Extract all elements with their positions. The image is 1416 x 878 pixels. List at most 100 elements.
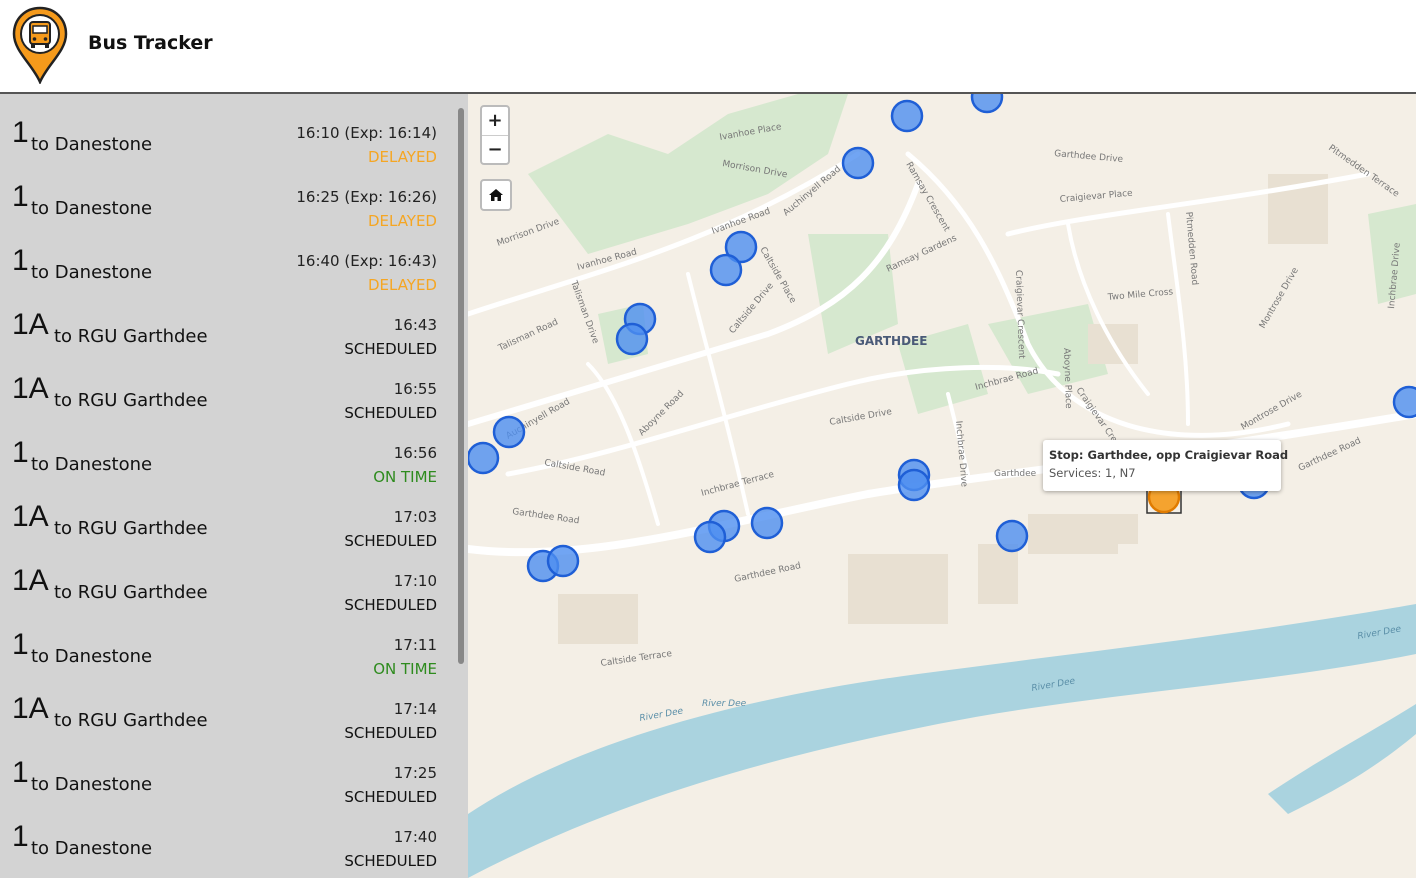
status-badge: ON TIME (373, 660, 437, 678)
status-badge: DELAYED (367, 276, 437, 294)
bus-pin-logo-icon (12, 6, 68, 84)
route-number: 1 (12, 628, 29, 661)
street-label: Ramsay Gardens (885, 233, 959, 274)
bus-stop-marker[interactable] (492, 415, 526, 449)
route-number: 1A (12, 692, 49, 725)
street-label: Morrison Drive (496, 217, 562, 249)
street-label: Pitmedden Terrace (1326, 143, 1401, 200)
street-label: River Dee (702, 699, 747, 709)
street-label: Garthdee (994, 469, 1037, 479)
tooltip-title: Stop: Garthdee, opp Craigievar Road (1049, 448, 1289, 462)
bus-stop-marker[interactable] (995, 519, 1029, 553)
departure-row[interactable]: 1 to Danestone 16:25 (Exp: 16:26) DELAYED (0, 166, 450, 230)
route-number: 1A (12, 564, 49, 597)
departure-row[interactable]: 1A to RGU Garthdee 17:03 SCHEDULED (0, 486, 450, 550)
departure-row[interactable]: 1 to Danestone 16:10 (Exp: 16:14) DELAYED (0, 102, 450, 166)
street-label: River Dee (639, 706, 685, 724)
home-icon (489, 189, 503, 201)
departure-time: 16:56 (393, 444, 437, 462)
departure-time: 16:40 (Exp: 16:43) (296, 252, 437, 270)
departure-row[interactable]: 1A to RGU Garthdee 16:43 SCHEDULED (0, 294, 450, 358)
status-badge: SCHEDULED (344, 852, 437, 870)
departure-row[interactable]: 1 to Danestone 17:25 SCHEDULED (0, 742, 450, 806)
destination: to Danestone (31, 134, 153, 155)
status-badge: SCHEDULED (344, 404, 437, 422)
street-label: Talisman Road (496, 317, 560, 354)
destination: to Danestone (31, 838, 153, 859)
bus-stop-marker[interactable] (1392, 385, 1416, 419)
sidebar-scrollbar[interactable] (458, 108, 464, 664)
status-badge: SCHEDULED (344, 340, 437, 358)
street-label: Garthdee Road (1297, 436, 1363, 474)
route-number: 1A (12, 500, 49, 533)
status-badge: ON TIME (373, 468, 437, 486)
departure-row[interactable]: 1A to RGU Garthdee 17:10 SCHEDULED (0, 550, 450, 614)
app-title: Bus Tracker (88, 32, 213, 54)
zoom-out-button[interactable]: − (482, 136, 508, 164)
departure-row[interactable]: 1 to Danestone 17:40 SCHEDULED (0, 806, 450, 870)
street-label: Craigievar Place (1059, 189, 1133, 205)
departure-row[interactable]: 1 to Danestone 17:11 ON TIME (0, 614, 450, 678)
destination: to RGU Garthdee (54, 710, 208, 731)
area-label: GARTHDEE (855, 334, 927, 348)
status-badge: SCHEDULED (344, 532, 437, 550)
departure-time: 17:03 (393, 508, 437, 526)
destination: to RGU Garthdee (54, 582, 208, 603)
river-dee (1268, 704, 1416, 814)
departure-row[interactable]: 1A to RGU Garthdee 16:55 SCHEDULED (0, 358, 450, 422)
departure-row[interactable]: 1 to Danestone 16:40 (Exp: 16:43) DELAYED (0, 230, 450, 294)
destination: to RGU Garthdee (54, 326, 208, 347)
destination: to Danestone (31, 262, 153, 283)
destination: to RGU Garthdee (54, 518, 208, 539)
route-number: 1 (12, 820, 29, 853)
destination: to Danestone (31, 198, 153, 219)
destination: to Danestone (31, 646, 153, 667)
departures-list[interactable]: 1 to Danestone 16:10 (Exp: 16:14) DELAYED 1 t… (0, 94, 468, 878)
destination: to Danestone (31, 774, 153, 795)
bus-stop-marker[interactable] (468, 441, 500, 475)
status-badge: DELAYED (367, 212, 437, 230)
bus-stop-marker[interactable] (546, 544, 580, 578)
street-label: Caltside Drive (728, 281, 777, 336)
route-number: 1 (12, 244, 29, 277)
zoom-control: + − (480, 105, 510, 165)
departure-time: 17:10 (393, 572, 437, 590)
bus-stop-marker[interactable] (750, 506, 784, 540)
route-number: 1A (12, 308, 49, 341)
bus-stop-marker[interactable] (615, 322, 649, 356)
status-badge: SCHEDULED (344, 788, 437, 806)
route-number: 1 (12, 116, 29, 149)
route-number: 1 (12, 180, 29, 213)
river-dee (468, 604, 1416, 878)
departure-time: 16:55 (393, 380, 437, 398)
departure-row[interactable]: 1 to Danestone 16:56 ON TIME (0, 422, 450, 486)
bus-stop-marker[interactable] (693, 520, 727, 554)
bus-stop-marker[interactable] (970, 94, 1004, 114)
street-label: Montrose Drive (1258, 266, 1301, 331)
route-number: 1 (12, 436, 29, 469)
bus-stop-marker[interactable] (897, 468, 931, 502)
route-number: 1A (12, 372, 49, 405)
street-label: Garthdee Road (734, 561, 802, 585)
bus-stop-marker[interactable] (709, 253, 743, 287)
app-header: Bus Tracker (0, 0, 1416, 94)
destination: to RGU Garthdee (54, 390, 208, 411)
departure-time: 16:10 (Exp: 16:14) (296, 124, 437, 142)
tooltip-services: Services: 1, N7 (1049, 466, 1136, 480)
street-label: Aboyne Place (1061, 348, 1073, 410)
bus-stop-marker[interactable] (890, 99, 924, 133)
route-number: 1 (12, 756, 29, 789)
street-label: Caltside Terrace (600, 649, 673, 669)
street-label: Talisman Drive (568, 279, 600, 346)
status-badge: SCHEDULED (344, 596, 437, 614)
zoom-in-button[interactable]: + (482, 107, 508, 136)
bus-stop-marker[interactable] (841, 146, 875, 180)
status-badge: SCHEDULED (344, 724, 437, 742)
street-label: Pitmedden Road (1183, 211, 1199, 285)
departure-time: 16:43 (393, 316, 437, 334)
status-badge: DELAYED (367, 148, 437, 166)
green-area (528, 94, 848, 254)
home-button[interactable] (480, 179, 512, 211)
departure-row[interactable]: 1A to RGU Garthdee 17:14 SCHEDULED (0, 678, 450, 742)
departure-time: 17:25 (393, 764, 437, 782)
